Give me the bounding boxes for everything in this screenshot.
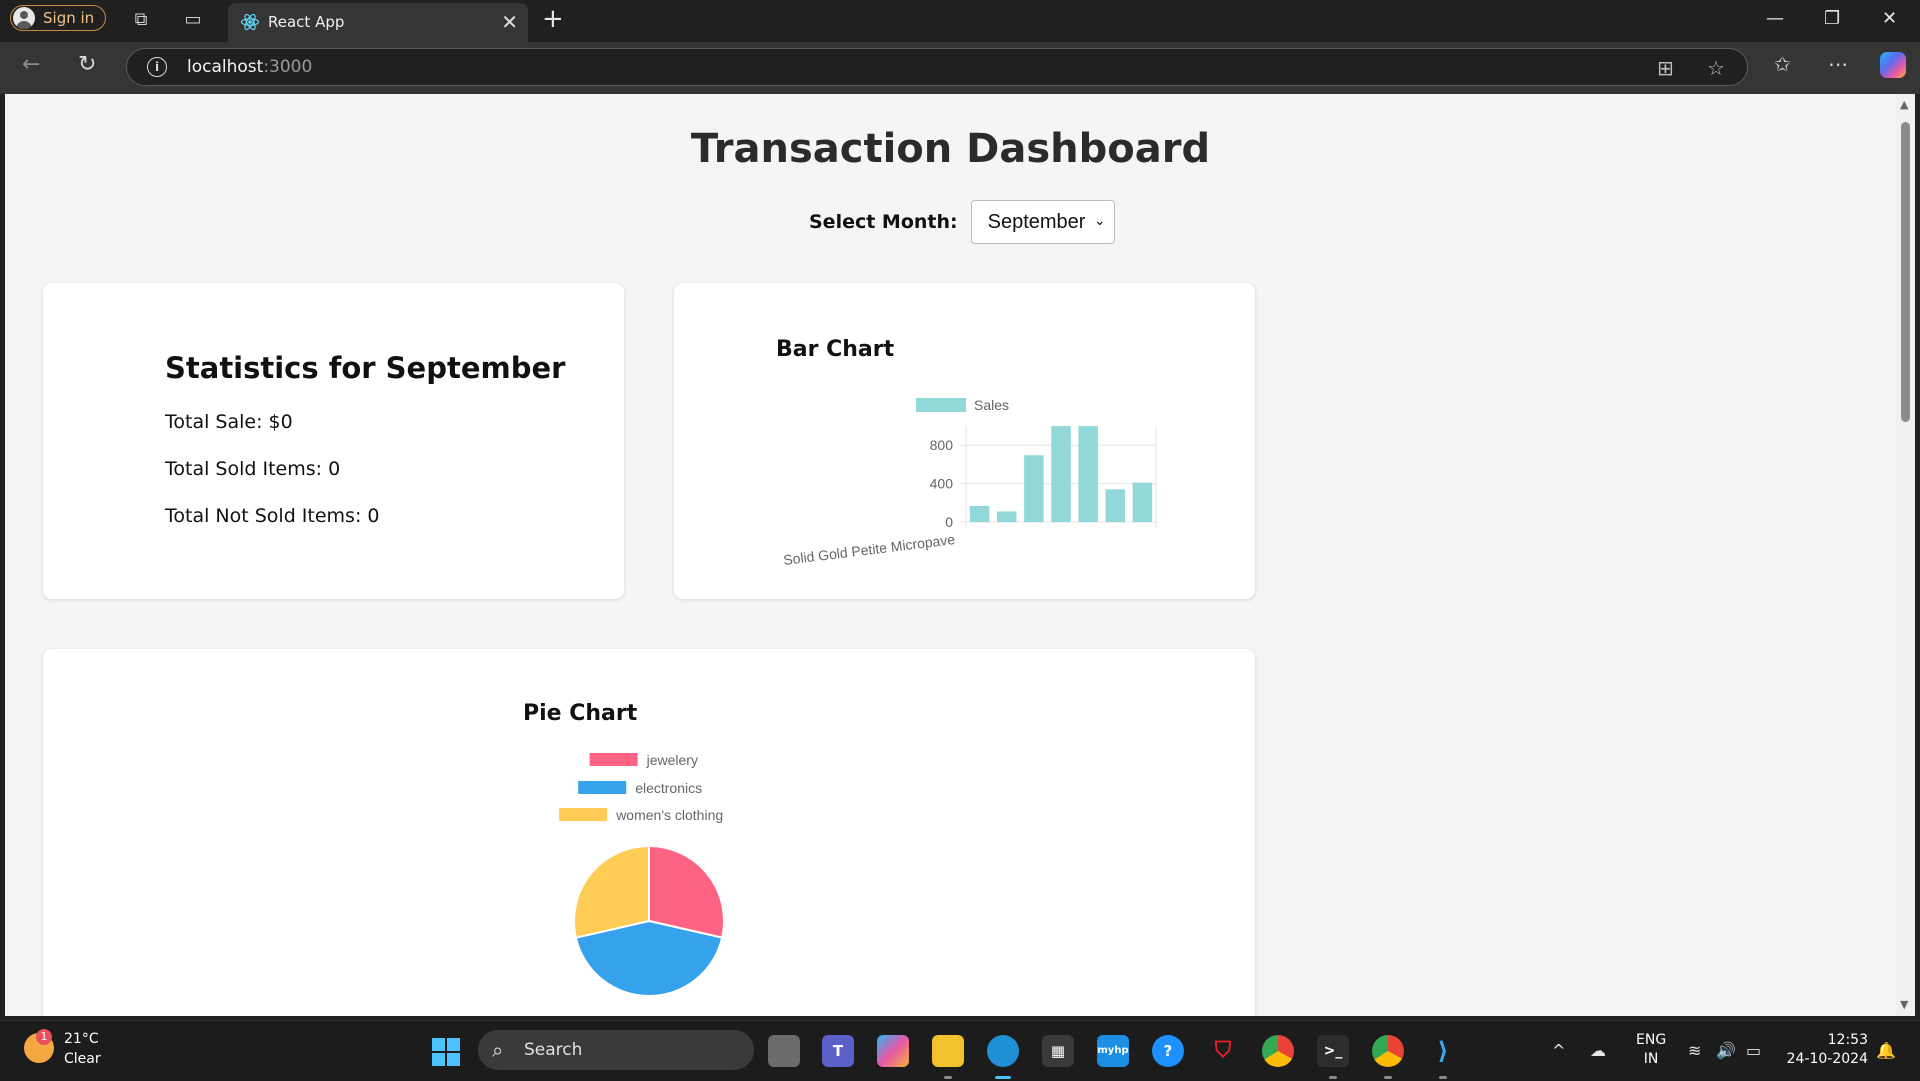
bar <box>1132 482 1153 522</box>
copilot-taskbar-icon[interactable] <box>877 1035 909 1067</box>
notification-badge: 1 <box>36 1029 52 1045</box>
pie-slice <box>573 844 650 939</box>
bar-legend-label: Sales <box>974 397 1009 413</box>
page-viewport: Transaction Dashboard Select Month: Sept… <box>5 94 1896 1016</box>
bar-chart-card: Bar Chart 0 400 800 Sales Solid Gold Petite … <box>674 283 1255 599</box>
terminal-icon[interactable]: >_ <box>1317 1035 1349 1079</box>
taskbar-search[interactable]: ⌕ Search <box>478 1030 754 1070</box>
copilot-icon[interactable] <box>1880 52 1906 78</box>
site-info-icon[interactable]: i <box>147 57 167 77</box>
pie-legend-swatch <box>559 808 608 821</box>
search-icon: ⌕ <box>492 1038 504 1062</box>
battery-icon[interactable]: ▭ <box>1746 1041 1761 1060</box>
chevron-down-icon: ⌄ <box>1093 212 1106 228</box>
pie-chart: jewelery electronics women's clothing <box>559 752 725 998</box>
scroll-up-icon[interactable]: ▲ <box>1900 98 1908 111</box>
show-hidden-icons-icon[interactable]: ^ <box>1552 1041 1565 1060</box>
notifications-bell-icon[interactable]: 🔔 <box>1876 1041 1896 1060</box>
restore-icon[interactable]: ❐ <box>1824 8 1840 29</box>
bar-ytick-label: 0 <box>945 514 953 530</box>
weather-temp: 21°C <box>64 1031 99 1047</box>
pie-chart-card: Pie Chart jewelery electronics women's clo… <box>43 649 1255 1016</box>
scroll-down-icon[interactable]: ▼ <box>1900 998 1908 1011</box>
close-window-icon[interactable]: ✕ <box>1882 8 1897 29</box>
bar <box>1078 426 1098 522</box>
bar-ytick-label: 400 <box>930 476 954 492</box>
app-available-icon[interactable]: ⊞ <box>1657 56 1674 80</box>
help-icon[interactable]: ? <box>1152 1035 1184 1067</box>
chrome-profile-icon[interactable] <box>1372 1035 1404 1079</box>
teams-icon[interactable]: T <box>822 1035 854 1067</box>
pie-legend-label: electronics <box>635 780 702 796</box>
favorites-icon[interactable]: ✩ <box>1774 52 1791 76</box>
workspaces-icon[interactable]: ⧉ <box>130 9 152 31</box>
more-menu-icon[interactable]: ⋯ <box>1828 52 1848 76</box>
system-clock[interactable]: 12:53 24-10-2024 <box>1784 1031 1868 1069</box>
minimize-icon[interactable]: — <box>1766 8 1784 29</box>
address-url[interactable]: localhost:3000 <box>187 57 312 77</box>
page-scrollbar[interactable]: ▲ ▼ <box>1896 94 1915 1016</box>
language-indicator[interactable]: ENG IN <box>1636 1031 1666 1069</box>
task-view-icon[interactable] <box>768 1035 800 1067</box>
vscode-icon[interactable]: ⟩ <box>1427 1035 1459 1079</box>
reload-icon[interactable]: ↻ <box>78 52 96 77</box>
pie-legend-label: jewelery <box>646 752 698 768</box>
page-title: Transaction Dashboard <box>690 126 1211 172</box>
browser-toolbar: ← ↻ i localhost:3000 ⊞ ☆ ✩ ⋯ <box>0 42 1920 94</box>
profile-avatar-icon <box>13 7 35 29</box>
volume-icon[interactable]: 🔊 <box>1716 1041 1736 1060</box>
store-icon[interactable]: ▦ <box>1042 1035 1074 1067</box>
bar-category-label: Solid Gold Petite Micropave <box>782 531 956 568</box>
close-tab-icon[interactable]: ✕ <box>501 10 518 34</box>
total-not-sold-items: Total Not Sold Items: 0 <box>165 505 380 527</box>
search-label: Search <box>524 1040 583 1060</box>
back-icon[interactable]: ← <box>22 52 40 77</box>
pie-legend-label: women's clothing <box>615 807 723 823</box>
bar <box>1105 489 1126 522</box>
scrollbar-thumb[interactable] <box>1901 122 1910 422</box>
tab-actions-icon[interactable]: ▭ <box>182 9 204 31</box>
month-selector: Select Month: September ⌄ <box>809 200 1115 244</box>
pie-legend-swatch <box>578 781 627 794</box>
new-tab-icon[interactable]: + <box>542 4 564 34</box>
bar <box>996 511 1017 522</box>
browser-title-bar: Sign in ⧉ ▭ React App ✕ + — ❐ ✕ <box>0 0 1920 42</box>
chrome-icon[interactable] <box>1262 1035 1294 1067</box>
sign-in-label: Sign in <box>43 9 95 27</box>
start-button[interactable] <box>432 1038 460 1066</box>
onedrive-icon[interactable]: ☁ <box>1590 1041 1606 1060</box>
windows-taskbar: 1 21°C Clear ⌕ Search T ▦ myhp ? ⛉ >_ ⟩ … <box>0 1020 1920 1081</box>
month-select[interactable]: September ⌄ <box>970 200 1115 244</box>
edge-icon[interactable] <box>987 1035 1019 1079</box>
address-bar[interactable]: i localhost:3000 ⊞ ☆ <box>126 48 1748 86</box>
favorite-star-icon[interactable]: ☆ <box>1707 56 1725 80</box>
tab-title: React App <box>268 13 345 31</box>
statistics-card: Statistics for September Total Sale: $0 … <box>43 283 624 599</box>
bar <box>969 505 990 522</box>
mcafee-icon[interactable]: ⛉ <box>1207 1035 1239 1067</box>
file-explorer-icon[interactable] <box>932 1035 964 1079</box>
total-sale: Total Sale: $0 <box>165 411 293 433</box>
tab-react-app[interactable]: React App ✕ <box>228 3 528 42</box>
month-select-value: September <box>987 210 1086 233</box>
react-logo-icon <box>240 12 260 36</box>
bar-legend-swatch <box>916 398 966 412</box>
statistics-heading: Statistics for September <box>165 351 566 385</box>
bar <box>1051 426 1071 522</box>
myhp-icon[interactable]: myhp <box>1097 1035 1129 1067</box>
bar <box>1024 455 1044 522</box>
sign-in-button[interactable]: Sign in <box>10 5 106 31</box>
total-sold-items: Total Sold Items: 0 <box>165 458 341 480</box>
bar-chart: 0 400 800 Sales Solid Gold Petite Micropave <box>782 397 1157 568</box>
weather-condition: Clear <box>64 1051 101 1067</box>
bar-ytick-label: 800 <box>930 437 954 453</box>
pie-legend-swatch <box>589 753 638 766</box>
wifi-icon[interactable]: ≋ <box>1688 1041 1701 1060</box>
month-label: Select Month: <box>809 211 958 233</box>
